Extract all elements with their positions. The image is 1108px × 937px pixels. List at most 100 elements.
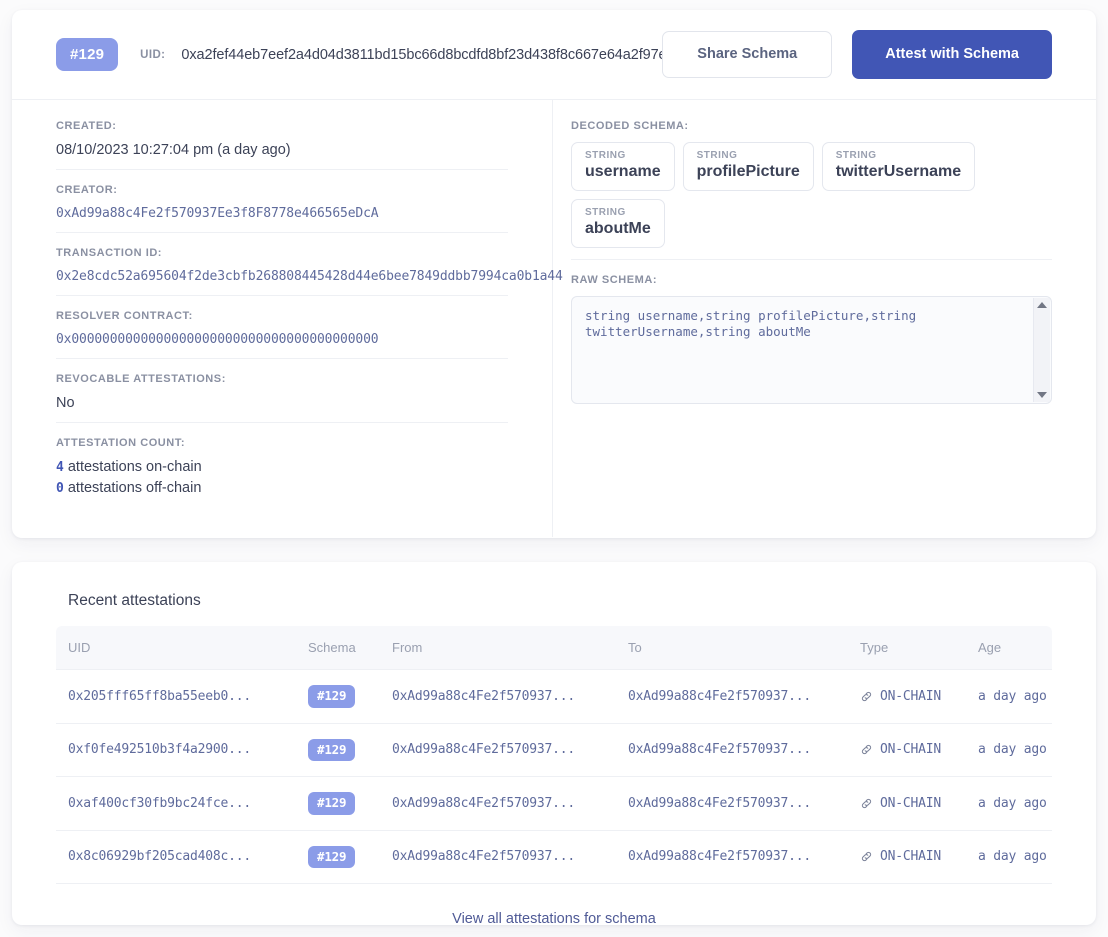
- onchain-count-text: attestations on-chain: [67, 459, 202, 475]
- cell-type: ON-CHAIN: [848, 830, 966, 884]
- decoded-schema-chips: STRING username STRING profilePicture ST…: [571, 142, 1052, 248]
- chain-link-icon: [861, 852, 872, 862]
- table-row[interactable]: 0x205fff65ff8ba55eeb0... #129 0xAd99a88c…: [56, 669, 1052, 724]
- attestation-count-label: ATTESTATION COUNT:: [56, 437, 186, 449]
- schema-overview-card: #129 UID: 0xa2fef44eb7eef2a4d04d3811bd15…: [12, 10, 1096, 538]
- cell-to[interactable]: 0xAd99a88c4Fe2f570937...: [616, 723, 848, 777]
- scroll-down-icon[interactable]: [1037, 392, 1047, 398]
- chain-link-icon: [861, 745, 872, 755]
- cell-to[interactable]: 0xAd99a88c4Fe2f570937...: [616, 669, 848, 724]
- table-row[interactable]: 0xaf400cf30fb9bc24fce... #129 0xAd99a88c…: [56, 776, 1052, 831]
- table-header-row: UID Schema From To Type Age: [56, 626, 1052, 670]
- share-schema-button[interactable]: Share Schema: [662, 31, 833, 78]
- offchain-count-value: 0: [56, 481, 64, 496]
- chip-name: aboutMe: [585, 220, 651, 237]
- cell-type: ON-CHAIN: [848, 776, 966, 831]
- column-header-schema[interactable]: Schema: [296, 626, 380, 670]
- cell-type-label: ON-CHAIN: [880, 849, 942, 865]
- cell-to[interactable]: 0xAd99a88c4Fe2f570937...: [616, 776, 848, 831]
- table-row[interactable]: 0xf0fe492510b3f4a2900... #129 0xAd99a88c…: [56, 723, 1052, 777]
- creator-address[interactable]: 0xAd99a88c4Fe2f570937Ee3f8F8778e466565eD…: [56, 206, 508, 221]
- created-value: 08/10/2023 10:27:04 pm (a day ago): [56, 142, 291, 158]
- field-created: CREATED: 08/10/2023 10:27:04 pm (a day a…: [56, 120, 508, 170]
- revocable-label: REVOCABLE ATTESTATIONS:: [56, 373, 226, 385]
- cell-uid[interactable]: 0x8c06929bf205cad408c...: [56, 830, 296, 884]
- cell-age: a day ago: [966, 776, 1052, 831]
- cell-from[interactable]: 0xAd99a88c4Fe2f570937...: [380, 830, 616, 884]
- cell-schema: #129: [296, 830, 380, 884]
- cell-to[interactable]: 0xAd99a88c4Fe2f570937...: [616, 830, 848, 884]
- cell-from[interactable]: 0xAd99a88c4Fe2f570937...: [380, 669, 616, 724]
- column-header-age[interactable]: Age: [966, 626, 1052, 670]
- chip-type: STRING: [835, 150, 877, 161]
- chip-name: username: [585, 163, 661, 180]
- cell-age: a day ago: [966, 723, 1052, 777]
- chip-type: STRING: [696, 150, 738, 161]
- column-header-from[interactable]: From: [380, 626, 616, 670]
- field-revocable: REVOCABLE ATTESTATIONS: No: [56, 373, 508, 423]
- schema-field-chip: STRING profilePicture: [682, 142, 814, 191]
- transaction-id-value[interactable]: 0x2e8cdc52a695604f2de3cbfb268808445428d4…: [56, 269, 563, 284]
- decoded-schema-label: DECODED SCHEMA:: [571, 120, 689, 132]
- raw-schema-scrollbar[interactable]: [1033, 298, 1050, 402]
- schema-card-body: CREATED: 08/10/2023 10:27:04 pm (a day a…: [12, 100, 1096, 537]
- column-header-to[interactable]: To: [616, 626, 848, 670]
- field-raw-schema: RAW SCHEMA: string username,string profi…: [571, 274, 1052, 415]
- onchain-count-line: 4 attestations on-chain: [56, 459, 508, 475]
- cell-uid[interactable]: 0xf0fe492510b3f4a2900...: [56, 723, 296, 777]
- table-row[interactable]: 0x8c06929bf205cad408c... #129 0xAd99a88c…: [56, 830, 1052, 884]
- attestations-table-head: UID Schema From To Type Age: [56, 626, 1052, 670]
- cell-schema: #129: [296, 669, 380, 724]
- resolver-contract-value[interactable]: 0x00000000000000000000000000000000000000…: [56, 332, 508, 347]
- raw-schema-label: RAW SCHEMA:: [571, 274, 658, 286]
- schema-card-header: #129 UID: 0xa2fef44eb7eef2a4d04d3811bd15…: [12, 10, 1096, 100]
- row-schema-badge[interactable]: #129: [308, 738, 356, 761]
- attestations-table: UID Schema From To Type Age 0x205fff65ff…: [56, 626, 1052, 884]
- cell-age: a day ago: [966, 669, 1052, 724]
- chip-name: twitterUsername: [835, 163, 962, 180]
- created-label: CREATED:: [56, 120, 117, 132]
- attest-with-schema-button[interactable]: Attest with Schema: [852, 30, 1052, 79]
- field-attestation-count: ATTESTATION COUNT: 4 attestations on-cha…: [56, 437, 508, 512]
- chip-type: STRING: [585, 207, 626, 218]
- creator-label: CREATOR:: [56, 184, 118, 196]
- field-transaction-id: TRANSACTION ID: 0x2e8cdc52a695604f2de3cb…: [56, 247, 563, 296]
- cell-type-label: ON-CHAIN: [880, 742, 942, 758]
- row-schema-badge[interactable]: #129: [308, 685, 356, 708]
- cell-from[interactable]: 0xAd99a88c4Fe2f570937...: [380, 723, 616, 777]
- uid-label: UID:: [140, 48, 166, 61]
- raw-schema-box[interactable]: string username,string profilePicture,st…: [571, 296, 1052, 404]
- offchain-count-line: 0 attestations off-chain: [56, 480, 508, 496]
- schema-id-badge[interactable]: #129: [56, 38, 119, 71]
- attestations-table-body: 0x205fff65ff8ba55eeb0... #129 0xAd99a88c…: [56, 669, 1052, 884]
- row-schema-badge[interactable]: #129: [308, 792, 356, 815]
- chain-link-icon: [861, 691, 872, 701]
- revocable-value: No: [56, 395, 75, 411]
- cell-age: a day ago: [966, 830, 1052, 884]
- scroll-up-icon[interactable]: [1037, 302, 1047, 308]
- resolver-contract-label: RESOLVER CONTRACT:: [56, 310, 193, 322]
- cell-uid[interactable]: 0x205fff65ff8ba55eeb0...: [56, 669, 296, 724]
- header-actions: Share Schema Attest with Schema: [662, 30, 1052, 79]
- view-all-attestations-link[interactable]: View all attestations for schema: [12, 884, 1096, 927]
- schema-definition-column: DECODED SCHEMA: STRING username STRING p…: [553, 100, 1096, 537]
- cell-schema: #129: [296, 776, 380, 831]
- column-header-type[interactable]: Type: [848, 626, 966, 670]
- cell-type-label: ON-CHAIN: [880, 795, 942, 811]
- transaction-id-label: TRANSACTION ID:: [56, 247, 163, 259]
- column-header-uid[interactable]: UID: [56, 626, 296, 670]
- cell-uid[interactable]: 0xaf400cf30fb9bc24fce...: [56, 776, 296, 831]
- chip-name: profilePicture: [696, 163, 800, 180]
- recent-attestations-title: Recent attestations: [68, 592, 201, 609]
- row-schema-badge[interactable]: #129: [308, 845, 356, 868]
- chain-link-icon: [861, 798, 872, 808]
- recent-attestations-card: Recent attestations UID Schema From To T…: [12, 562, 1096, 927]
- cell-type: ON-CHAIN: [848, 669, 966, 724]
- cell-schema: #129: [296, 723, 380, 777]
- uid-value: 0xa2fef44eb7eef2a4d04d3811bd15bc66d8bcdf…: [181, 46, 663, 63]
- field-resolver-contract: RESOLVER CONTRACT: 0x0000000000000000000…: [56, 310, 508, 359]
- cell-from[interactable]: 0xAd99a88c4Fe2f570937...: [380, 776, 616, 831]
- raw-schema-text: string username,string profilePicture,st…: [585, 308, 924, 339]
- field-decoded-schema: DECODED SCHEMA: STRING username STRING p…: [571, 120, 1052, 260]
- schema-field-chip: STRING aboutMe: [571, 199, 665, 248]
